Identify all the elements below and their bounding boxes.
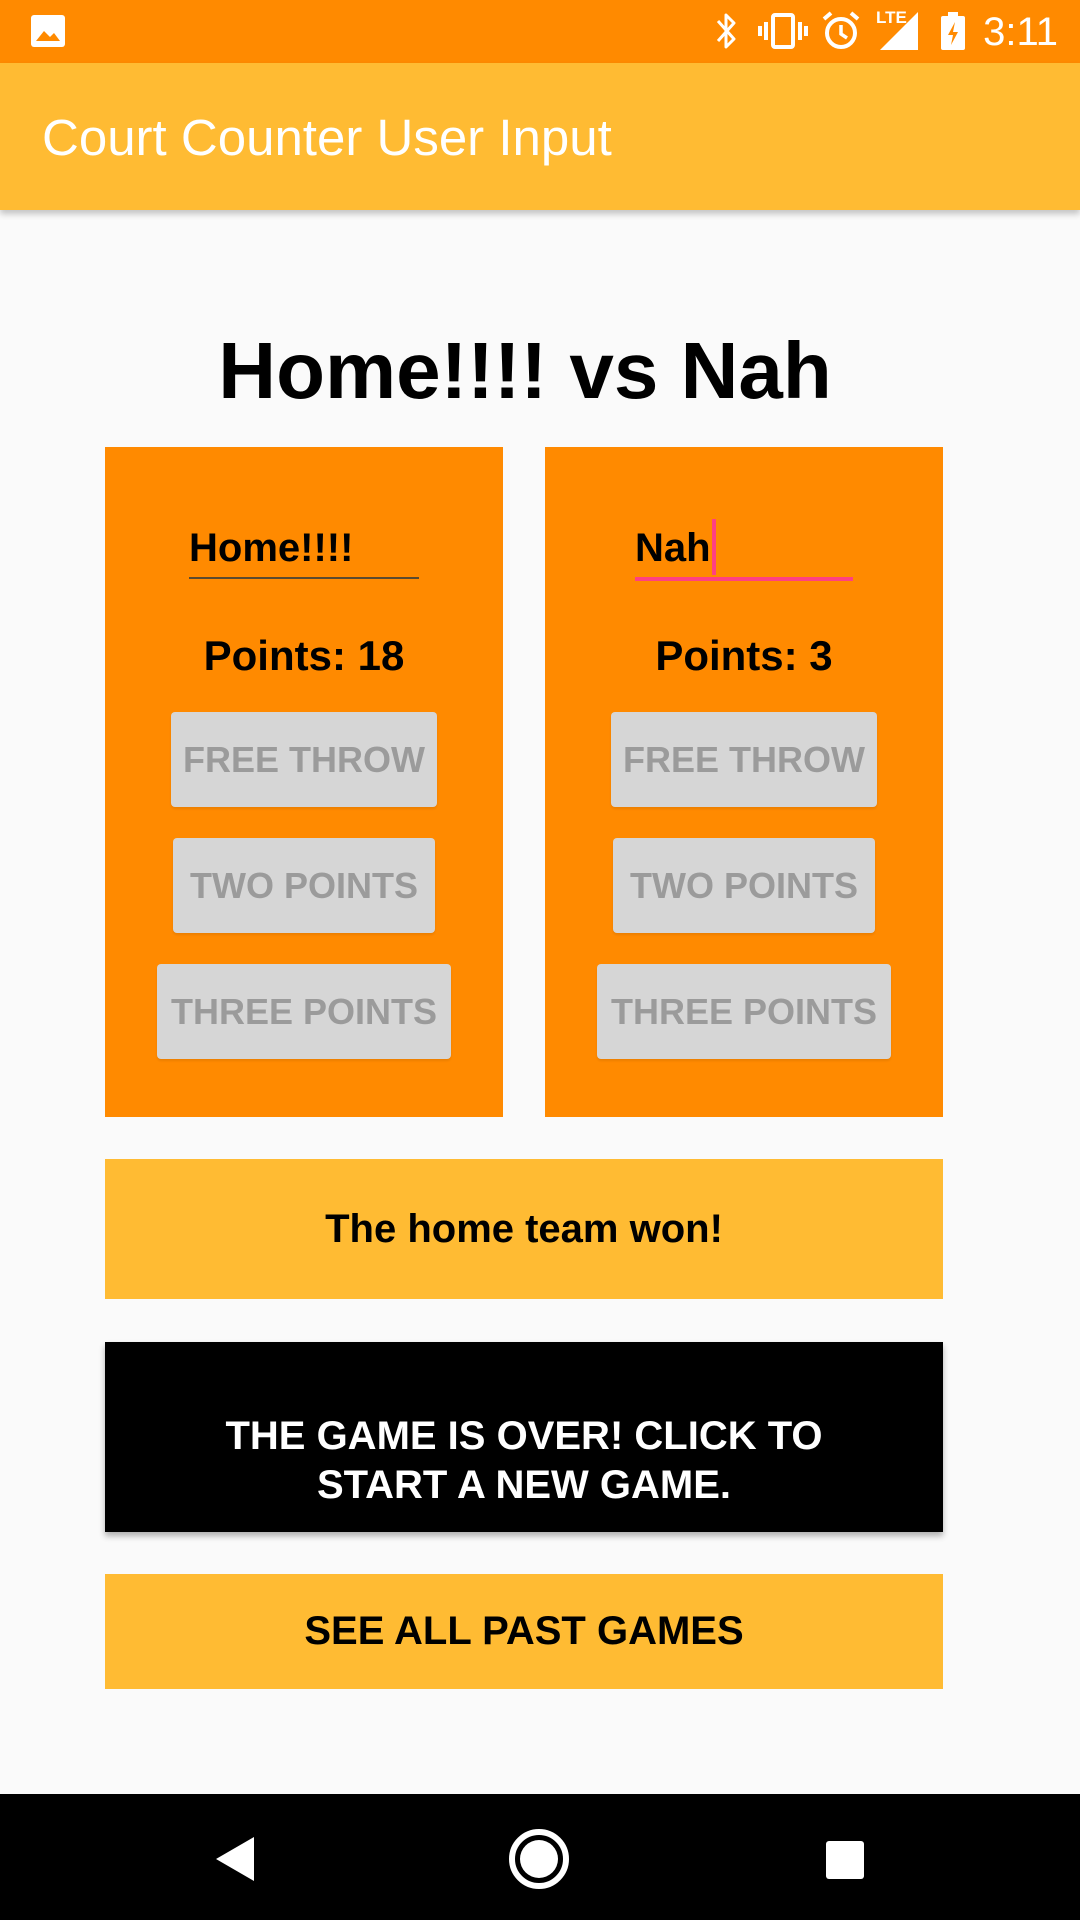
bluetooth-icon [716,13,736,49]
vibrate-icon [758,13,808,49]
new-game-button[interactable]: THE GAME IS OVER! CLICK TO START A NEW G… [105,1342,943,1532]
text-cursor [712,519,716,575]
alarm-icon [822,11,860,49]
home-icon[interactable] [499,1819,579,1899]
home-free-throw-button[interactable]: FREE THROW [171,712,437,807]
away-free-throw-button[interactable]: FREE THROW [611,712,877,807]
status-clock: 3:11 [983,10,1058,54]
away-three-points-button[interactable]: THREE POINTS [597,964,891,1059]
away-team-name-underline [635,577,853,581]
home-three-points-button[interactable]: THREE POINTS [157,964,451,1059]
away-two-points-button[interactable]: TWO POINTS [613,838,875,933]
signal-icon [880,12,918,50]
home-team-panel: Points: 18 FREE THROW TWO POINTS THREE P… [105,447,503,1117]
away-team-panel: Points: 3 FREE THROW TWO POINTS THREE PO… [545,447,943,1117]
match-title: Home!!!! vs Nah [218,326,832,415]
home-points: Points: 18 [203,632,405,679]
battery-icon [941,12,965,50]
app-bar: Court Counter User Input [0,63,1080,210]
back-icon[interactable] [196,1819,276,1899]
home-team-name-input[interactable] [189,519,419,577]
away-team-name-input[interactable] [635,519,853,577]
image-notification-icon [31,15,65,47]
home-two-points-button[interactable]: TWO POINTS [173,838,435,933]
app-title: Court Counter User Input [42,109,612,166]
home-team-name-underline [189,577,419,579]
status-bar: LTE 3:11 [0,0,1080,63]
navigation-bar [0,1794,1080,1920]
away-points: Points: 3 [655,632,833,679]
past-games-button[interactable]: SEE ALL PAST GAMES [105,1574,943,1689]
result-banner: The home team won! [105,1159,943,1299]
recents-icon[interactable] [804,1819,884,1899]
